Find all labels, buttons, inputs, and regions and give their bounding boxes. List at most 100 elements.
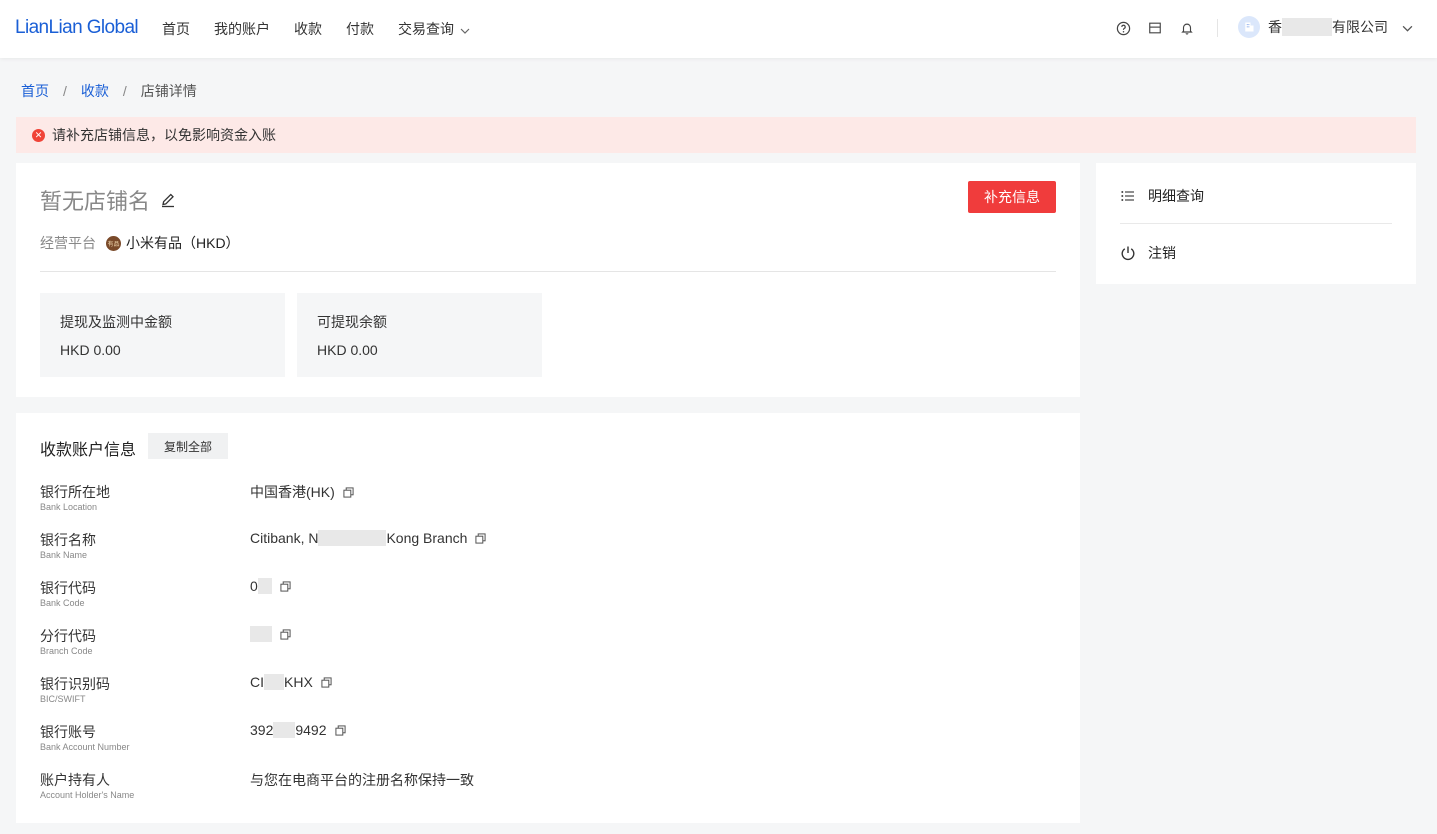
copy-icon[interactable]: [334, 724, 346, 736]
row-sublabel: Bank Name: [40, 550, 88, 560]
account-holder-value: 与您在电商平台的注册名称保持一致: [250, 772, 474, 788]
list-icon: [1120, 188, 1136, 204]
platform-label: 经营平台: [40, 235, 96, 251]
divider: [40, 271, 1056, 272]
info-row-branch-code: 分行代码 Branch Code: [40, 626, 1040, 666]
cancel-account-link[interactable]: 注销: [1120, 243, 1176, 263]
divider: [1120, 223, 1392, 224]
breadcrumb-separator: /: [63, 83, 67, 99]
info-row-bank-name: 银行名称 Bank Name Citibank, N Kong Branch: [40, 530, 1040, 570]
account-menu[interactable]: 香 有限公司: [1238, 16, 1413, 38]
row-label: 分行代码: [40, 628, 96, 644]
breadcrumb-separator: /: [122, 83, 127, 99]
supplement-info-button[interactable]: 补充信息: [968, 181, 1056, 213]
row-value: Citibank, N Kong Branch: [250, 530, 487, 546]
row-sublabel: Bank Location: [40, 502, 98, 512]
warning-alert: ✕ 请补充店铺信息，以免影响资金入账: [16, 117, 1416, 153]
side-actions-card: 明细查询 注销: [1096, 163, 1416, 284]
platform-row: 经营平台 有品 小米有品（HKD）: [40, 233, 240, 253]
error-icon: ✕: [32, 128, 45, 142]
masked-text: [1282, 18, 1332, 36]
stat-label: 提现及监测中金额: [60, 314, 172, 330]
header-icons: [1114, 19, 1210, 37]
store-name-text: 暂无店铺名: [40, 189, 151, 214]
row-label: 账户持有人: [40, 772, 110, 788]
info-row-account-holder: 账户持有人 Account Holder's Name 与您在电商平台的注册名称…: [40, 770, 1040, 810]
nav-pay[interactable]: 付款: [346, 19, 374, 39]
cancel-label: 注销: [1148, 245, 1176, 261]
nav-home[interactable]: 首页: [162, 19, 190, 39]
bell-icon[interactable]: [1178, 19, 1196, 37]
help-icon[interactable]: [1114, 19, 1132, 37]
bank-name-value-end: Kong Branch: [386, 530, 468, 546]
bank-name-value-start: Citibank, N: [250, 530, 319, 546]
row-sublabel: Bank Account Number: [40, 742, 130, 752]
row-value: [250, 626, 291, 642]
nav-transactions-label: 交易查询: [398, 21, 454, 37]
breadcrumb-collect[interactable]: 收款: [81, 81, 109, 101]
copy-icon[interactable]: [321, 676, 332, 688]
row-label: 银行识别码: [40, 676, 110, 692]
masked-text: [257, 578, 272, 594]
copy-icon[interactable]: [475, 532, 487, 544]
copy-icon[interactable]: [343, 486, 354, 498]
row-value: 与您在电商平台的注册名称保持一致: [250, 770, 474, 790]
store-name: 暂无店铺名: [40, 184, 176, 216]
nav-transactions[interactable]: 交易查询: [398, 19, 470, 39]
masked-text: [264, 674, 284, 690]
nav-collect[interactable]: 收款: [294, 19, 322, 39]
stat-label: 可提现余额: [317, 314, 387, 330]
breadcrumb-home[interactable]: 首页: [21, 81, 49, 101]
nav-home-label: 首页: [162, 21, 190, 37]
breadcrumb-current: 店铺详情: [140, 83, 197, 99]
info-row-account-number: 银行账号 Bank Account Number 392 9492: [40, 722, 1040, 762]
account-number-start: 392: [250, 722, 274, 738]
row-value: CI KHX: [250, 674, 332, 690]
stat-card-available: 可提现余额 HKD 0.00: [297, 293, 542, 377]
masked-text: [250, 626, 272, 642]
nav-my-account[interactable]: 我的账户: [214, 19, 270, 39]
row-value: 中国香港(HK): [250, 482, 354, 502]
row-sublabel: Account Holder's Name: [40, 790, 135, 800]
company-name-prefix: 香: [1268, 19, 1282, 35]
copy-icon[interactable]: [280, 628, 291, 640]
chevron-down-icon: [460, 21, 470, 37]
copy-all-button[interactable]: 复制全部: [148, 433, 228, 459]
swift-value-start: CI: [250, 674, 264, 690]
lianlian-logo[interactable]: LianLian Global: [15, 17, 139, 39]
row-sublabel: Bank Code: [40, 598, 85, 608]
calendar-icon[interactable]: [1146, 19, 1164, 37]
row-label: 银行所在地: [40, 484, 110, 500]
nav-my-account-label: 我的账户: [214, 21, 270, 37]
info-row-bic-swift: 银行识别码 BIC/SWIFT CI KHX: [40, 674, 1040, 714]
stat-card-monitoring: 提现及监测中金额 HKD 0.00: [40, 293, 285, 377]
row-sublabel: Branch Code: [40, 646, 93, 656]
stat-value: HKD 0.00: [317, 342, 378, 358]
receiving-account-card: 收款账户信息 复制全部 银行所在地 Bank Location 中国香港(HK)…: [16, 413, 1080, 823]
info-row-bank-location: 银行所在地 Bank Location 中国香港(HK): [40, 482, 1040, 522]
copy-icon[interactable]: [280, 580, 291, 592]
top-navbar: LianLian Global 首页 我的账户 收款 付款 交易查询 香 有限公…: [0, 0, 1437, 58]
section-title: 收款账户信息: [40, 442, 137, 459]
row-label: 银行代码: [40, 580, 96, 596]
power-icon: [1120, 245, 1136, 261]
nav-pay-label: 付款: [346, 21, 374, 37]
info-row-bank-code: 银行代码 Bank Code 0: [40, 578, 1040, 618]
header-separator: [1217, 19, 1218, 37]
company-name-suffix: 有限公司: [1332, 19, 1388, 35]
xiaomi-youpin-logo: 有品: [106, 235, 121, 251]
details-query-link[interactable]: 明细查询: [1120, 186, 1204, 206]
details-query-label: 明细查询: [1148, 188, 1204, 204]
swift-value-end: KHX: [284, 674, 313, 690]
nav-collect-label: 收款: [294, 21, 322, 37]
bank-location-value: 中国香港(HK): [250, 484, 335, 500]
store-info-card: 暂无店铺名 补充信息 经营平台 有品 小米有品（HKD） 提现及监测中金额 HK…: [16, 163, 1080, 397]
account-number-end: 9492: [295, 722, 327, 738]
masked-text: [273, 722, 296, 738]
company-avatar-icon: [1238, 16, 1260, 38]
row-label: 银行名称: [40, 532, 96, 548]
company-name: 香 有限公司: [1268, 17, 1388, 37]
edit-icon[interactable]: [160, 192, 176, 208]
alert-text: 请补充店铺信息，以免影响资金入账: [52, 127, 276, 143]
bank-code-value: 0: [250, 578, 258, 594]
